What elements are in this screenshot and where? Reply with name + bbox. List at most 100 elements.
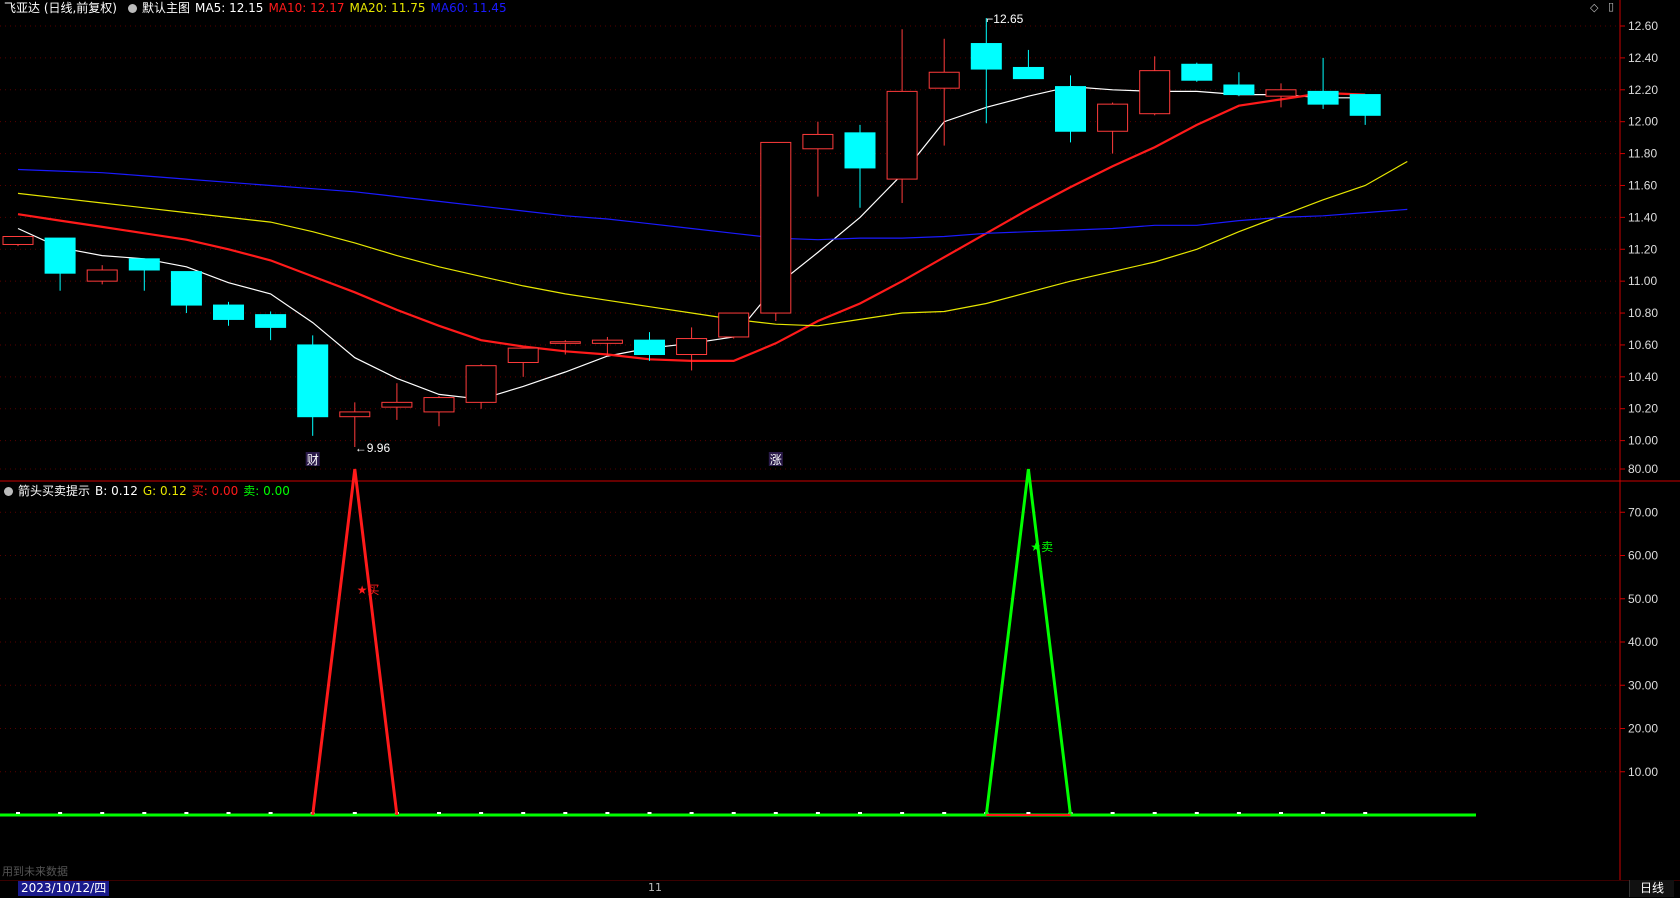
price-tick-label: 11.20 (1628, 242, 1657, 256)
diamond-icon[interactable]: ◇ (1590, 1, 1598, 14)
candle-body (128, 258, 160, 271)
buy-value: 买: 0.00 (191, 484, 239, 498)
event-marker: 涨 (770, 452, 782, 467)
candle-body (844, 132, 876, 169)
indicator-baseline-dot (352, 812, 357, 814)
stock-title: 飞亚达 (日线,前复权) (4, 1, 117, 15)
month-label: 11 (648, 881, 662, 894)
candle-body (1055, 86, 1086, 132)
indicator-baseline-dot (437, 812, 441, 814)
period-button[interactable]: 日线 (1629, 880, 1674, 897)
candle-body (1265, 89, 1297, 97)
signal-line-sell (984, 468, 1072, 816)
footer-bar (0, 880, 1680, 898)
indicator-baseline-dot (773, 812, 778, 814)
indicator-baseline-dot (689, 812, 694, 814)
candle-body (1223, 84, 1255, 96)
candle-body (2, 236, 34, 245)
indicator-tick-label: 60.00 (1628, 549, 1658, 563)
b-value: B: 0.12 (95, 484, 138, 498)
candle-body (760, 141, 792, 314)
candle-body (970, 43, 1002, 70)
price-tick-label: 12.00 (1628, 115, 1658, 129)
indicator-baseline-dot (858, 812, 862, 814)
ma5-value: MA5: 12.15 (195, 1, 264, 15)
main-chart-header: 飞亚达 (日线,前复权) 默认主图 MA5: 12.15 MA10: 12.17 MA2… (0, 0, 512, 16)
price-tick-label: 10.40 (1628, 370, 1658, 384)
price-annotation: ←9.96 (355, 441, 391, 455)
sub-chart-header: 箭头买卖提示 B: 0.12 G: 0.12 买: 0.00 卖: 0.00 (0, 483, 295, 499)
chart-name[interactable]: 默认主图 (142, 1, 190, 15)
candle-body (44, 237, 76, 274)
indicator-tick-label: 30.00 (1628, 678, 1658, 692)
indicator-baseline-dot (100, 812, 105, 814)
candle-body (86, 269, 118, 282)
candle-body (255, 314, 287, 328)
indicator-baseline-dot (815, 812, 820, 814)
indicator-tick-label: 80.00 (1628, 462, 1658, 476)
indicator-baseline-dot (58, 812, 63, 814)
ma-line-ma60 (17, 168, 1408, 241)
indicator-baseline-dot (1363, 812, 1368, 814)
indicator-name[interactable]: 箭头买卖提示 (18, 484, 90, 498)
indicator-baseline-dot (942, 812, 947, 814)
price-tick-label: 11.80 (1628, 147, 1657, 161)
candle-body (676, 338, 708, 356)
ma-line-ma20 (17, 160, 1408, 327)
window-icon[interactable]: ▯ (1608, 0, 1614, 13)
candle-body (549, 341, 581, 344)
candle-body (213, 304, 244, 320)
ma-line-ma10 (17, 91, 1366, 362)
indicator-baseline-dot (479, 812, 484, 814)
candle-body (297, 344, 329, 418)
candle-body (1181, 63, 1213, 81)
indicator-baseline-dot (16, 812, 20, 814)
indicator-tick-label: 70.00 (1628, 505, 1658, 519)
price-tick-label: 12.40 (1628, 51, 1658, 65)
g-value: G: 0.12 (142, 484, 187, 498)
indicator-baseline-dot (1110, 812, 1115, 814)
indicator-tick-label: 40.00 (1628, 635, 1658, 649)
indicator-baseline-dot (1236, 812, 1241, 814)
ma10-value: MA10: 12.17 (268, 1, 345, 15)
indicator-baseline-dot (563, 812, 568, 814)
candle-body (718, 312, 750, 338)
price-tick-label: 11.60 (1628, 178, 1657, 192)
candle-body (591, 339, 623, 344)
indicator-baseline-dot (900, 812, 905, 814)
price-tick-label: 10.00 (1628, 434, 1658, 448)
price-tick-label: 11.00 (1628, 274, 1657, 288)
indicator-baseline-dot (605, 812, 610, 814)
indicator-menu-icon[interactable] (4, 487, 13, 496)
price-tick-label: 10.60 (1628, 338, 1658, 352)
price-tick-label: 10.80 (1628, 306, 1658, 320)
indicator-baseline-dot (1152, 812, 1157, 814)
price-tick-label: 12.60 (1628, 19, 1658, 33)
indicator-tick-label: 50.00 (1628, 592, 1658, 606)
indicator-baseline-dot (731, 812, 736, 814)
candle-body (634, 339, 665, 356)
indicator-baseline-dot (142, 812, 147, 814)
candle-body (423, 397, 455, 413)
price-annotation: ⌐12.65 (986, 12, 1023, 26)
indicator-baseline-dot (1026, 812, 1031, 814)
indicator-baseline-dot (184, 812, 189, 814)
ma20-value: MA20: 11.75 (349, 1, 426, 15)
date-label: 2023/10/12/四 (18, 881, 110, 896)
indicator-baseline-dot (1194, 812, 1199, 814)
chart-menu-icon[interactable] (128, 4, 137, 13)
indicator-baseline-dot (521, 812, 526, 814)
price-tick-label: 11.40 (1628, 210, 1657, 224)
indicator-baseline-dot (268, 812, 273, 814)
indicator-baseline-dot (1279, 812, 1283, 814)
candle-body (1307, 90, 1339, 105)
candle-body (170, 271, 202, 306)
candle-body (802, 133, 834, 150)
indicator-baseline-dot (1321, 812, 1326, 814)
price-tick-label: 10.20 (1628, 402, 1658, 416)
candle-body (339, 411, 371, 418)
candle-body (928, 71, 960, 89)
chart-canvas: 12.60 12.40 12.20 12.00 11.80 11.60 11.40 11.20… (0, 0, 1680, 897)
future-data-note: 用到未来数据 (2, 865, 68, 878)
candle-body (886, 90, 918, 180)
